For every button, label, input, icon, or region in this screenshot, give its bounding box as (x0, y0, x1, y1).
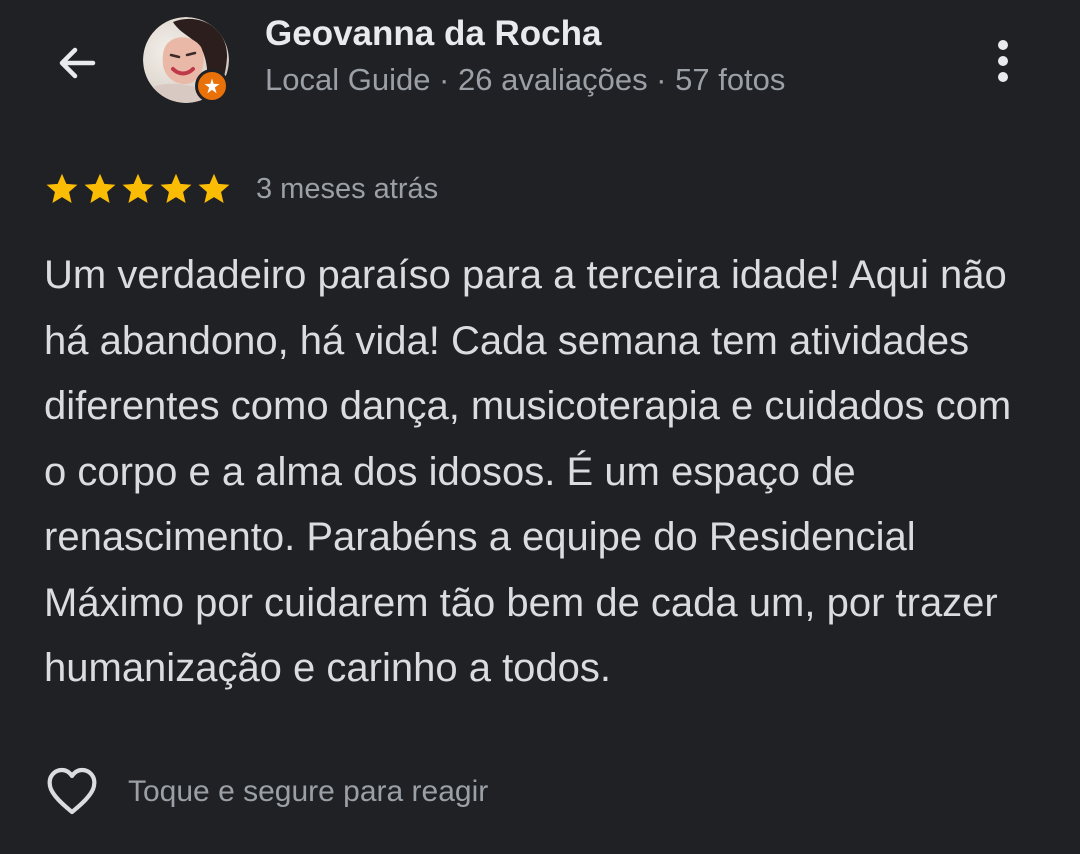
star-rating (44, 171, 232, 207)
heart-outline-icon (47, 767, 97, 815)
reviewer-name[interactable]: Geovanna da Rocha (265, 14, 601, 54)
arrow-back-icon (59, 47, 96, 79)
reviewer-meta: Local Guide · 26 avaliações · 57 fotos (265, 62, 786, 97)
review-text: Um verdadeiro paraíso para a terceira id… (44, 253, 1012, 690)
review-date: 3 meses atrás (256, 172, 439, 205)
star-icon (84, 173, 116, 203)
star-icon (160, 173, 192, 203)
local-guide-badge (195, 69, 229, 103)
star-icon (198, 173, 230, 203)
review-detail-screen: Geovanna da Rocha Local Guide · 26 avali… (0, 0, 1080, 854)
more-vert-icon (998, 40, 1008, 50)
more-options-button[interactable] (978, 30, 1028, 92)
rating-row: 3 meses atrás (44, 168, 438, 210)
star-icon (46, 173, 78, 203)
avatar[interactable] (143, 17, 229, 103)
react-button[interactable]: Toque e segure para reagir (44, 764, 488, 820)
react-hint-label: Toque e segure para reagir (128, 775, 489, 808)
star-icon (122, 173, 154, 203)
back-button[interactable] (46, 32, 108, 94)
local-guide-star-icon (204, 78, 220, 94)
